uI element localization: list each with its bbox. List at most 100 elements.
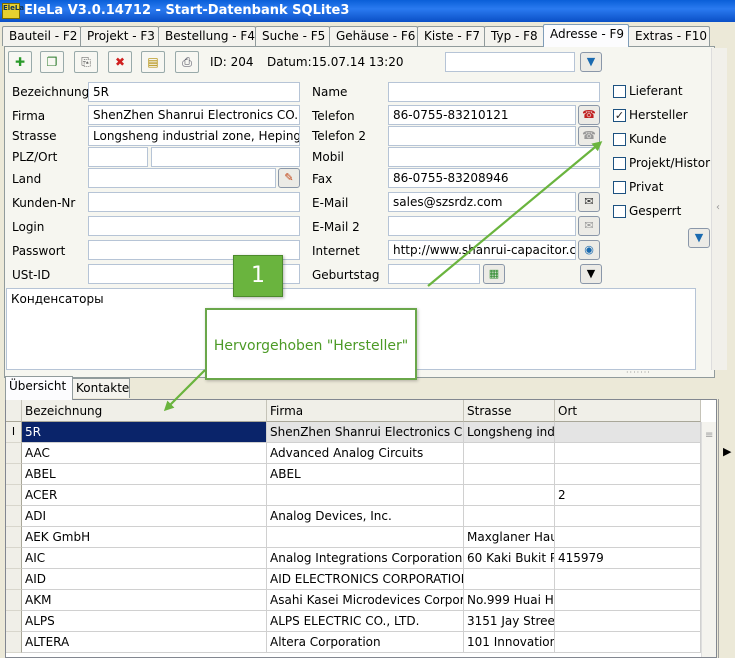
panel-scrollbar[interactable]: ‹	[711, 48, 727, 370]
cell-ort[interactable]: 415979	[555, 548, 701, 569]
cell-firma[interactable]: Asahi Kasei Microdevices Corporation	[267, 590, 464, 611]
col-header-strasse[interactable]: Strasse	[464, 400, 555, 422]
copy-record-button[interactable]: ❐	[40, 51, 64, 73]
firma-field[interactable]: ShenZhen Shanrui Electronics CO.,LTD.	[88, 105, 300, 125]
send-email-button[interactable]: ✉	[578, 192, 600, 212]
telefon-field[interactable]: 86-0755-83210121	[388, 105, 576, 125]
row-indicator[interactable]	[6, 632, 22, 653]
geburtstag-field[interactable]	[388, 264, 480, 284]
call2-button[interactable]: ☎	[578, 126, 600, 146]
col-header-ort[interactable]: Ort	[555, 400, 701, 422]
internet-field[interactable]: http://www.shanrui-capacitor.com	[388, 240, 576, 260]
row-indicator[interactable]	[6, 611, 22, 632]
tab-bestellung[interactable]: Bestellung - F4	[158, 26, 256, 46]
search-input[interactable]	[445, 52, 575, 72]
cell-ort[interactable]	[555, 611, 701, 632]
cell-ort[interactable]	[555, 464, 701, 485]
row-indicator[interactable]	[6, 485, 22, 506]
more-button[interactable]: ▼	[580, 264, 602, 284]
row-indicator[interactable]	[6, 548, 22, 569]
cell-bezeichnung[interactable]: AIC	[22, 548, 267, 569]
new-record-button[interactable]: ✚	[8, 51, 32, 73]
telefon2-field[interactable]	[388, 126, 576, 146]
strasse-field[interactable]: Longsheng industrial zone, Heping villag…	[88, 126, 300, 146]
plz-field[interactable]	[88, 147, 148, 167]
cell-firma[interactable]: Altera Corporation	[267, 632, 464, 653]
open-website-button[interactable]: ◉	[578, 240, 600, 260]
kundennr-field[interactable]	[88, 192, 300, 212]
gesperrt-checkbox[interactable]	[613, 205, 626, 218]
cell-firma[interactable]: ABEL	[267, 464, 464, 485]
cell-firma[interactable]: Analog Integrations Corporation	[267, 548, 464, 569]
cell-strasse[interactable]	[464, 443, 555, 464]
cell-bezeichnung[interactable]: ALPS	[22, 611, 267, 632]
import-button[interactable]: ⎘	[74, 51, 98, 73]
call-button[interactable]: ☎	[578, 105, 600, 125]
row-indicator[interactable]	[6, 527, 22, 548]
delete-button[interactable]: ✖	[108, 51, 132, 73]
cell-strasse[interactable]: 60 Kaki Bukit Place	[464, 548, 555, 569]
tab-adresse[interactable]: Adresse - F9	[543, 24, 629, 47]
tab-kontakte[interactable]: Kontakte	[72, 378, 130, 398]
row-indicator[interactable]	[6, 443, 22, 464]
mobil-field[interactable]	[388, 147, 600, 167]
tab-uebersicht[interactable]: Übersicht	[5, 376, 73, 400]
print-button[interactable]: ⎙	[175, 51, 199, 73]
cell-strasse[interactable]: 3151 Jay Street	[464, 611, 555, 632]
cell-ort[interactable]	[555, 443, 701, 464]
cell-strasse[interactable]: Maxglaner Hauptstrasse	[464, 527, 555, 548]
cell-bezeichnung[interactable]: AID	[22, 569, 267, 590]
cell-firma[interactable]: ALPS ELECTRIC CO., LTD.	[267, 611, 464, 632]
land-edit-button[interactable]: ✎	[278, 168, 300, 188]
send-email2-button[interactable]: ✉	[578, 216, 600, 236]
cell-ort[interactable]	[555, 632, 701, 653]
cell-strasse[interactable]	[464, 506, 555, 527]
bezeichnung-field[interactable]: 5R	[88, 82, 300, 102]
cell-bezeichnung[interactable]: 5R	[22, 422, 267, 443]
cell-bezeichnung[interactable]: ADI	[22, 506, 267, 527]
lieferant-checkbox[interactable]	[613, 85, 626, 98]
tab-suche[interactable]: Suche - F5	[255, 26, 330, 46]
cell-bezeichnung[interactable]: AEK GmbH	[22, 527, 267, 548]
tab-typ[interactable]: Typ - F8	[484, 26, 544, 46]
cell-bezeichnung[interactable]: ABEL	[22, 464, 267, 485]
projekt-historie-checkbox[interactable]	[613, 157, 626, 170]
cell-strasse[interactable]	[464, 464, 555, 485]
cell-bezeichnung[interactable]: ALTERA	[22, 632, 267, 653]
filter-button[interactable]: ▼	[580, 52, 602, 72]
cell-firma[interactable]: ShenZhen Shanrui Electronics CO.,LTD.	[267, 422, 464, 443]
row-indicator[interactable]	[6, 506, 22, 527]
tab-projekt[interactable]: Projekt - F3	[80, 26, 159, 46]
cell-ort[interactable]	[555, 422, 701, 443]
cell-ort[interactable]: 2	[555, 485, 701, 506]
cell-bezeichnung[interactable]: ACER	[22, 485, 267, 506]
cell-strasse[interactable]	[464, 485, 555, 506]
land-field[interactable]	[88, 168, 276, 188]
login-field[interactable]	[88, 216, 300, 236]
grid-scrollbar[interactable]: ≡	[701, 422, 716, 657]
row-indicator[interactable]	[6, 569, 22, 590]
row-indicator[interactable]: I	[6, 422, 22, 443]
cell-bezeichnung[interactable]: AAC	[22, 443, 267, 464]
cell-strasse[interactable]: No.999 Huai Hai Road	[464, 590, 555, 611]
checkbox-filter-button[interactable]: ▼	[688, 228, 710, 248]
cell-firma[interactable]: AID ELECTRONICS CORPORATION	[267, 569, 464, 590]
hersteller-checkbox[interactable]: ✓	[613, 109, 626, 122]
cell-firma[interactable]: Analog Devices, Inc.	[267, 506, 464, 527]
name-field[interactable]	[388, 82, 600, 102]
cell-firma[interactable]	[267, 485, 464, 506]
row-indicator[interactable]	[6, 464, 22, 485]
cell-ort[interactable]	[555, 527, 701, 548]
kunde-checkbox[interactable]	[613, 133, 626, 146]
cell-strasse[interactable]: Longsheng industrial zone	[464, 422, 555, 443]
email-field[interactable]: sales@szsrdz.com	[388, 192, 576, 212]
cell-strasse[interactable]	[464, 569, 555, 590]
ort-field[interactable]	[151, 147, 300, 167]
splitter-grip[interactable]: ·······	[626, 369, 650, 377]
cell-firma[interactable]: Advanced Analog Circuits	[267, 443, 464, 464]
cell-bezeichnung[interactable]: AKM	[22, 590, 267, 611]
notes-button[interactable]: ▤	[141, 51, 165, 73]
cell-ort[interactable]	[555, 506, 701, 527]
cell-firma[interactable]	[267, 527, 464, 548]
tab-gehaeuse[interactable]: Gehäuse - F6	[329, 26, 418, 46]
